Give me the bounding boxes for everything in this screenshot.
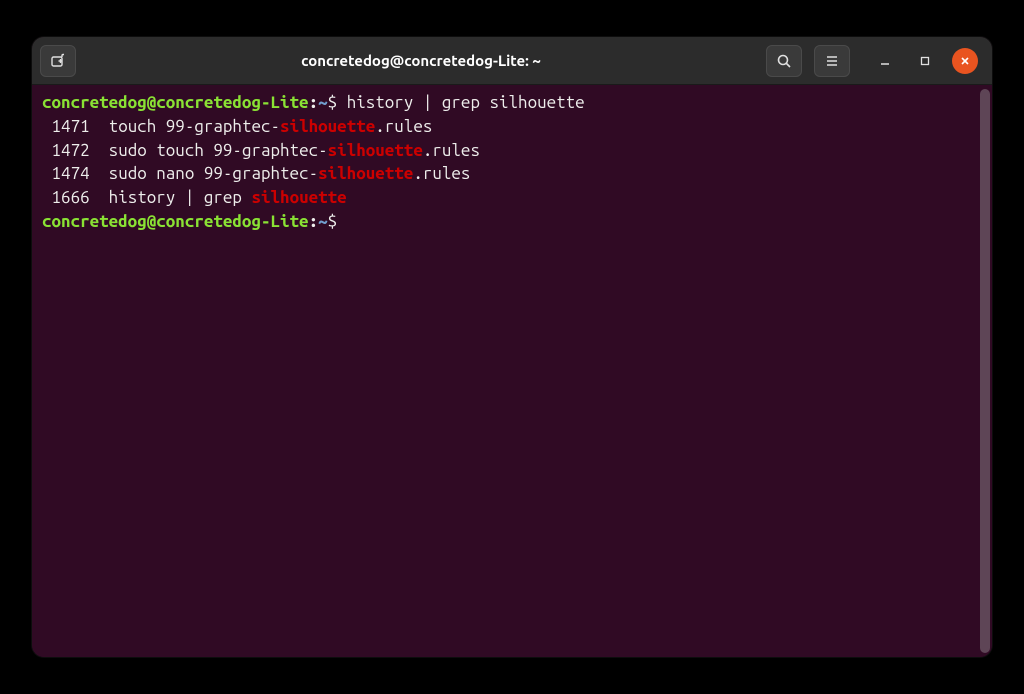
history-line: 1474 sudo nano 99-graphtec-silhouette.ru… (42, 162, 986, 186)
new-tab-icon (50, 53, 66, 69)
search-icon (776, 53, 792, 69)
prompt-dollar: $ (328, 93, 338, 112)
terminal-window: concretedog@concretedog-Lite: ~ (32, 37, 992, 657)
maximize-icon (919, 55, 931, 67)
history-line: 1471 touch 99-graphtec-silhouette.rules (42, 115, 986, 139)
scrollbar-thumb[interactable] (980, 89, 990, 653)
close-button[interactable] (952, 48, 978, 74)
menu-button[interactable] (814, 45, 850, 77)
history-line: 1666 history | grep silhouette (42, 186, 986, 210)
typed-command: history | grep silhouette (337, 93, 585, 112)
search-button[interactable] (766, 45, 802, 77)
window-title: concretedog@concretedog-Lite: ~ (84, 52, 758, 69)
maximize-button[interactable] (912, 48, 938, 74)
minimize-button[interactable] (872, 48, 898, 74)
scrollbar[interactable] (980, 89, 990, 653)
prompt-user-host: concretedog@concretedog-Lite (42, 212, 309, 231)
titlebar-right (766, 45, 984, 77)
history-line: 1472 sudo touch 99-graphtec-silhouette.r… (42, 139, 986, 163)
grep-match: silhouette (280, 117, 375, 136)
grep-match: silhouette (318, 164, 413, 183)
grep-match: silhouette (251, 188, 346, 207)
prompt-colon: : (309, 212, 319, 231)
terminal-line: concretedog@concretedog-Lite:~$ history … (42, 91, 986, 115)
terminal-line: concretedog@concretedog-Lite:~$ (42, 210, 986, 234)
prompt-colon: : (309, 93, 319, 112)
hamburger-icon (824, 53, 840, 69)
prompt-path: ~ (318, 93, 328, 112)
titlebar: concretedog@concretedog-Lite: ~ (32, 37, 992, 85)
minimize-icon (879, 55, 891, 67)
prompt-path: ~ (318, 212, 328, 231)
prompt-dollar: $ (328, 212, 338, 231)
new-tab-button[interactable] (40, 45, 76, 77)
prompt-user-host: concretedog@concretedog-Lite (42, 93, 309, 112)
grep-match: silhouette (328, 141, 423, 160)
window-controls (872, 48, 978, 74)
terminal-body[interactable]: concretedog@concretedog-Lite:~$ history … (32, 85, 992, 657)
close-icon (959, 55, 971, 67)
titlebar-left (40, 45, 76, 77)
